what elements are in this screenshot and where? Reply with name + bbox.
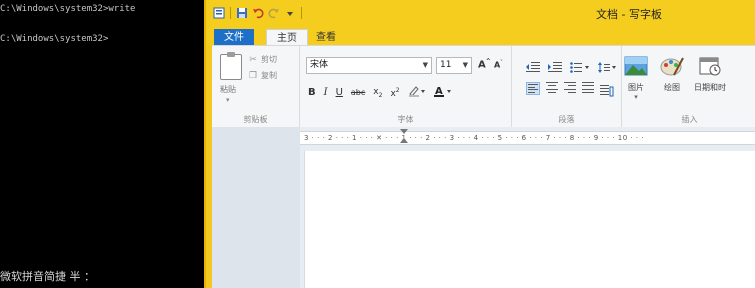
first-line-indent-marker[interactable]	[400, 129, 408, 134]
hanging-indent-marker[interactable]	[400, 138, 408, 143]
highlight-color-button[interactable]	[408, 85, 426, 100]
insert-datetime-button[interactable]: 日期和时	[694, 56, 726, 93]
paste-button[interactable]: 粘贴	[220, 84, 236, 95]
align-left-icon[interactable]	[526, 82, 540, 95]
console-line-2: C:\Windows\system32>	[0, 34, 109, 44]
ribbon: 粘贴 ▾ ✂ 剪切 ❐ 复制 剪贴板 宋体 ▼ 11 ▼ A^ Aˇ B I U…	[212, 45, 755, 128]
italic-button[interactable]: I	[324, 87, 328, 98]
paint-icon	[660, 57, 684, 76]
paragraph-settings-icon[interactable]	[600, 82, 614, 101]
app-menu-icon[interactable]	[212, 6, 226, 20]
qat-divider-2	[301, 7, 302, 19]
paint-label: 绘图	[664, 83, 680, 92]
font-size-select[interactable]: 11 ▼	[436, 57, 472, 74]
title-bar: 文档 - 写字板	[206, 0, 755, 26]
format-buttons: B I U abc x2 x2 A	[308, 85, 452, 100]
align-center-icon[interactable]	[546, 82, 558, 93]
quick-access-toolbar	[212, 6, 304, 20]
decrease-indent-icon[interactable]	[526, 58, 540, 77]
qat-divider	[230, 7, 231, 19]
font-group: 宋体 ▼ 11 ▼ A^ Aˇ B I U abc x2 x2 A 字体	[300, 46, 512, 128]
font-group-label: 字体	[397, 115, 414, 124]
scissors-icon: ✂	[249, 54, 257, 65]
calendar-clock-icon	[699, 57, 721, 76]
command-prompt-window[interactable]: C:\Windows\system32>write C:\Windows\sys…	[0, 0, 204, 288]
superscript-button[interactable]: x2	[390, 87, 399, 99]
underline-button[interactable]: U	[336, 87, 343, 98]
clipboard-group: 粘贴 ▾ ✂ 剪切 ❐ 复制 剪贴板	[212, 46, 300, 128]
datetime-label: 日期和时	[694, 83, 726, 92]
font-size-value: 11	[440, 60, 452, 70]
copy-label: 复制	[261, 71, 277, 80]
wordpad-window: 文档 - 写字板 文件 主页 查看 粘贴 ▾ ✂ 剪切 ❐ 复制 剪贴板 宋体	[204, 0, 755, 288]
cut-button[interactable]: ✂ 剪切	[248, 54, 277, 65]
tab-home[interactable]: 主页	[266, 29, 308, 46]
ruler-scale: 3 · · · 2 · · · 1 · · · ✕ · · · 1 · · · …	[304, 134, 645, 142]
subscript-button[interactable]: x2	[373, 87, 382, 99]
insert-group-label: 插入	[681, 115, 698, 124]
strikethrough-button[interactable]: abc	[351, 88, 365, 97]
bold-button[interactable]: B	[308, 87, 316, 98]
insert-drawing-button[interactable]: 绘图	[660, 56, 684, 93]
paragraph-group: 段落	[512, 46, 622, 128]
redo-icon[interactable]	[267, 6, 281, 20]
picture-icon	[624, 56, 648, 76]
cut-label: 剪切	[261, 55, 277, 64]
picture-label: 图片	[628, 83, 644, 92]
insert-group: 图片 ▾ 绘图 日期和时 插入	[622, 46, 755, 128]
paste-icon[interactable]	[220, 52, 242, 80]
highlighter-icon	[408, 86, 425, 97]
font-family-value: 宋体	[310, 60, 329, 70]
tab-view[interactable]: 查看	[306, 29, 346, 46]
copy-button[interactable]: ❐ 复制	[248, 70, 277, 81]
undo-icon[interactable]	[251, 6, 265, 20]
ribbon-tabs: 文件 主页 查看	[206, 26, 755, 46]
document-page[interactable]	[304, 151, 755, 288]
paste-dropdown-icon[interactable]: ▾	[226, 96, 230, 104]
font-color-button[interactable]: A	[433, 85, 452, 100]
window-title: 文档 - 写字板	[596, 8, 662, 21]
increase-indent-icon[interactable]	[548, 58, 562, 77]
font-family-select[interactable]: 宋体 ▼	[306, 57, 432, 74]
chevron-down-icon: ▼	[422, 61, 428, 69]
paragraph-group-label: 段落	[558, 115, 575, 124]
font-color-icon: A	[433, 86, 451, 97]
chevron-down-icon: ▾	[634, 93, 638, 101]
copy-icon: ❐	[248, 70, 258, 81]
insert-picture-button[interactable]: 图片 ▾	[624, 56, 648, 101]
save-icon[interactable]	[235, 6, 249, 20]
horizontal-ruler[interactable]: 3 · · · 2 · · · 1 · · · ✕ · · · 1 · · · …	[300, 131, 755, 145]
bullet-list-icon[interactable]	[570, 58, 590, 77]
left-margin-area	[212, 127, 300, 288]
grow-font-button[interactable]: A^	[478, 58, 491, 70]
clipboard-group-label: 剪贴板	[243, 115, 268, 124]
document-workspace: 3 · · · 2 · · · 1 · · · ✕ · · · 1 · · · …	[212, 127, 755, 288]
customize-qat-icon[interactable]	[283, 6, 297, 20]
console-line-1: C:\Windows\system32>write	[0, 4, 136, 14]
tab-file[interactable]: 文件	[214, 29, 254, 46]
align-right-icon[interactable]	[564, 82, 576, 93]
shrink-font-button[interactable]: Aˇ	[494, 60, 503, 70]
line-spacing-icon[interactable]	[598, 58, 616, 77]
chevron-down-icon: ▼	[462, 61, 468, 69]
justify-icon[interactable]	[582, 82, 594, 93]
ime-status-bar: 微软拼音简捷 半 ：	[0, 270, 95, 283]
